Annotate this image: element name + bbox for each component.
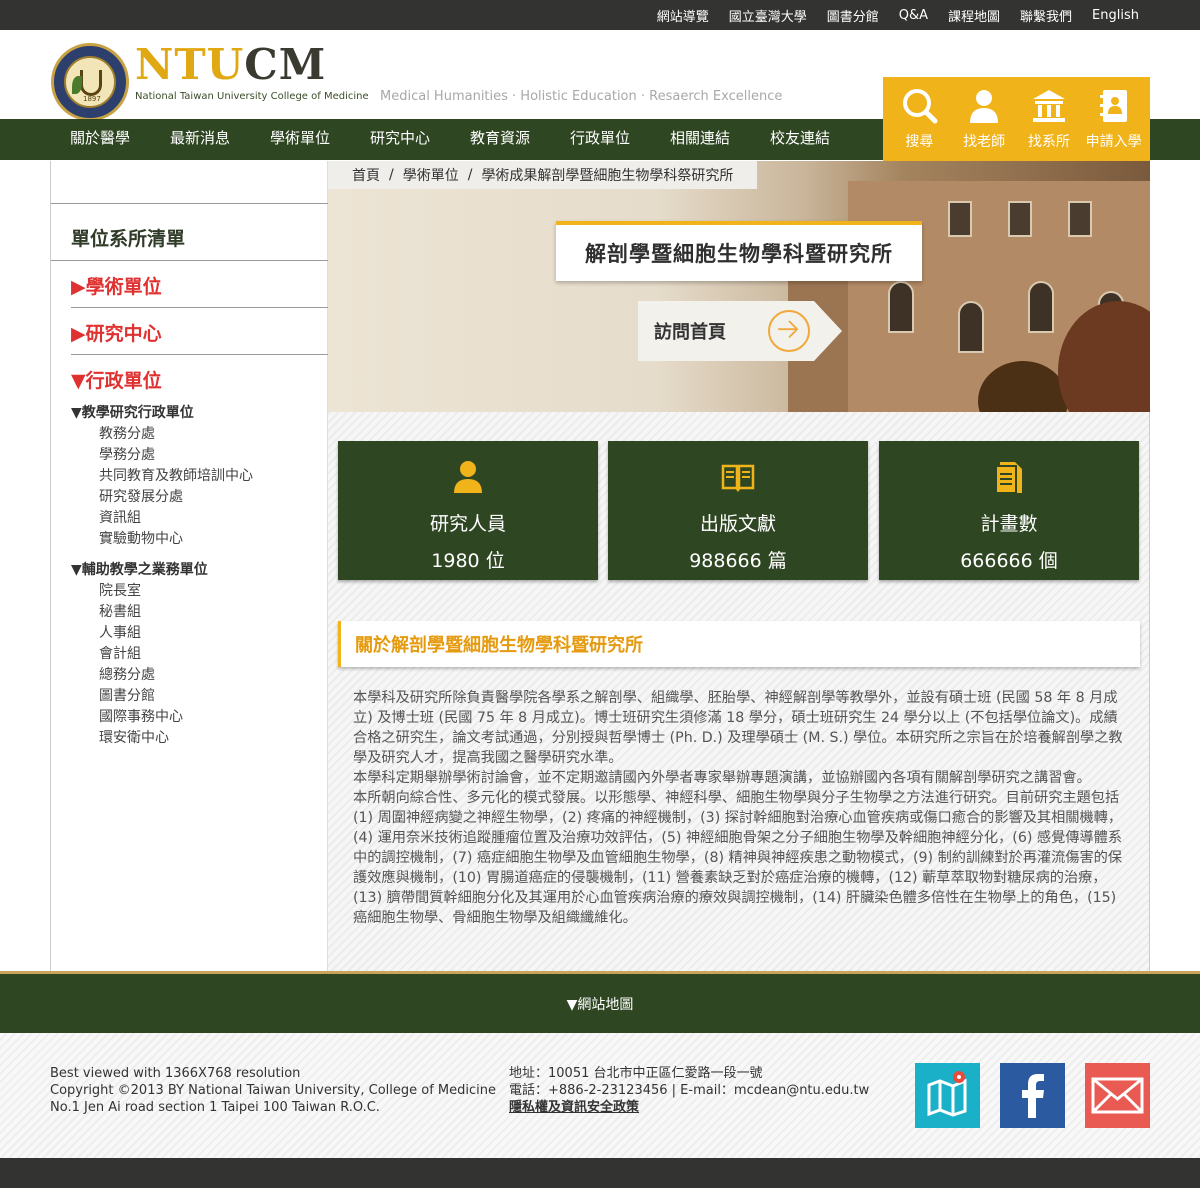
sidebar-item[interactable]: 資訊組	[99, 507, 141, 527]
sidebar-section-research[interactable]: ▶研究中心	[71, 308, 328, 355]
quick-link-find-teacher[interactable]: 找老師	[953, 87, 1015, 161]
sidebar-item[interactable]: 實驗動物中心	[99, 528, 183, 548]
college-seal-logo[interactable]: 1897	[51, 43, 129, 121]
site-tagline: Medical Humanities · Holistic Education …	[380, 89, 783, 104]
sidebar-item[interactable]: 研究發展分處	[99, 486, 183, 506]
quick-link-label: 找系所	[1027, 134, 1070, 150]
sidebar: 單位系所清單 ▶學術單位 ▶研究中心 ▼行政單位 ▼教學研究行政單位 教務分處 …	[50, 161, 328, 971]
sidebar-title: 單位系所清單	[71, 228, 186, 250]
sidebar-item[interactable]: 總務分處	[99, 664, 155, 684]
nav-academic-units[interactable]: 學術單位	[250, 119, 350, 160]
footer-phone-email: 電話：+886-2-23123456 | E-mail：mcdean@ntu.e…	[509, 1083, 870, 1098]
visit-homepage-label: 訪問首頁	[654, 322, 726, 343]
sidebar-item[interactable]: 圖書分館	[99, 685, 155, 705]
unit-title: 解剖學暨細胞生物學科暨研究所	[556, 221, 922, 281]
sidebar-group-heading[interactable]: ▼教學研究行政單位	[71, 402, 194, 422]
document-icon	[995, 462, 1022, 494]
footer-address-en: No.1 Jen Ai road section 1 Taipei 100 Ta…	[50, 1100, 380, 1115]
about-paragraph: 本所朝向綜合性、多元化的模式發展。以形態學、神經科學、細胞生物學與分子生物學之方…	[353, 790, 1123, 926]
footer-info: Best viewed with 1366X768 resolution Cop…	[50, 1065, 496, 1116]
site-logo[interactable]: NTUCM	[135, 40, 326, 90]
quick-link-label: 搜尋	[905, 134, 934, 150]
footer: Best viewed with 1366X768 resolution Cop…	[0, 1033, 1200, 1158]
sidebar-section-academic[interactable]: ▶學術單位	[71, 261, 328, 308]
top-link-qa[interactable]: Q&A	[899, 8, 928, 23]
stat-value: 1980 位	[431, 550, 505, 572]
stat-label: 計畫數	[980, 513, 1038, 535]
institution-icon	[1032, 90, 1065, 122]
sidebar-item[interactable]: 人事組	[99, 622, 141, 642]
sidebar-item[interactable]: 國際事務中心	[99, 706, 183, 726]
sidebar-item[interactable]: 院長室	[99, 580, 141, 600]
nav-admin-units[interactable]: 行政單位	[550, 119, 650, 160]
mail-icon[interactable]	[1085, 1063, 1150, 1128]
top-link-contact[interactable]: 聯繫我們	[1020, 6, 1072, 25]
quick-link-label: 找老師	[963, 134, 1006, 150]
arrow-right-icon	[768, 310, 810, 352]
privacy-policy-link[interactable]: 隱私權及資訊安全政策	[509, 1099, 869, 1116]
sidebar-section-admin[interactable]: ▼行政單位	[71, 366, 162, 393]
nav-research-centers[interactable]: 研究中心	[350, 119, 450, 160]
bottom-bar	[0, 1158, 1200, 1188]
nav-news[interactable]: 最新消息	[150, 119, 250, 160]
stat-label: 出版文獻	[699, 513, 776, 535]
breadcrumb-academic-units[interactable]: 學術單位	[403, 165, 459, 185]
breadcrumb: 首頁 / 學術單位 / 學術成果解剖學暨細胞生物學科祭研究所	[328, 161, 758, 189]
about-heading: 關於解剖學暨細胞生物學科暨研究所	[338, 621, 1140, 667]
book-icon	[721, 464, 755, 492]
top-link-english[interactable]: English	[1092, 8, 1139, 23]
person-icon	[454, 461, 482, 493]
quick-link-label: 申請入學	[1085, 134, 1142, 150]
sidebar-group-heading[interactable]: ▼輔助教學之業務單位	[71, 559, 208, 579]
nav-education[interactable]: 教育資源	[450, 119, 550, 160]
top-utility-bar: 網站導覽 國立臺灣大學 圖書分館 Q&A 課程地圖 聯繫我們 English	[0, 0, 1200, 30]
search-icon	[903, 89, 938, 124]
department-banner: 首頁 / 學術單位 / 學術成果解剖學暨細胞生物學科祭研究所 解剖學暨細胞生物學科暨…	[328, 161, 1150, 412]
top-link-course-map[interactable]: 課程地圖	[948, 6, 1000, 25]
footer-copyright: Copyright ©2013 BY National Taiwan Unive…	[50, 1083, 497, 1098]
quick-link-search[interactable]: 搜尋	[888, 87, 950, 161]
sidebar-item[interactable]: 學務分處	[99, 444, 155, 464]
address-book-icon	[1099, 90, 1127, 122]
quick-link-apply[interactable]: 申請入學	[1083, 87, 1145, 161]
footer-address: 地址：10051 台北市中正區仁愛路一段一號	[509, 1066, 763, 1081]
footer-resolution: Best viewed with 1366X768 resolution	[50, 1066, 301, 1081]
about-paragraph: 本學科定期舉辦學術討論會，並不定期邀請國內外學者專家舉辦專題演講，並協辦國內各項…	[353, 770, 1091, 786]
about-text: 本學科及研究所除負責醫學院各學系之解剖學、組織學、胚胎學、神經解剖學等教學外，並…	[353, 688, 1125, 928]
breadcrumb-current: 學術成果解剖學暨細胞生物學科祭研究所	[481, 168, 734, 184]
stat-projects: 計畫數 666666 個	[879, 441, 1139, 580]
main-content: 首頁 / 學術單位 / 學術成果解剖學暨細胞生物學科祭研究所 解剖學暨細胞生物學科暨…	[328, 161, 1150, 971]
breadcrumb-home[interactable]: 首頁	[352, 165, 380, 185]
facebook-icon[interactable]	[1000, 1063, 1065, 1128]
footer-contact: 地址：10051 台北市中正區仁愛路一段一號 電話：+886-2-2312345…	[509, 1065, 869, 1116]
sidebar-item[interactable]: 秘書組	[99, 601, 141, 621]
nav-alumni[interactable]: 校友連結	[750, 119, 850, 160]
stat-value: 988666 篇	[689, 550, 787, 572]
nav-related-links[interactable]: 相關連結	[650, 119, 750, 160]
top-link-library[interactable]: 圖書分館	[827, 6, 879, 25]
stat-publications: 出版文獻 988666 篇	[608, 441, 868, 580]
top-link-ntu[interactable]: 國立臺灣大學	[729, 6, 807, 25]
nav-about[interactable]: 關於醫學院	[50, 119, 150, 185]
top-link-sitemap[interactable]: 網站導覽	[657, 6, 709, 25]
stat-label: 研究人員	[429, 513, 506, 535]
sidebar-item[interactable]: 教務分處	[99, 423, 155, 443]
top-links: 網站導覽 國立臺灣大學 圖書分館 Q&A 課程地圖 聯繫我們 English	[637, 0, 1139, 30]
footer-sitemap-bar: ▼網站地圖	[0, 971, 1200, 1033]
stat-researchers: 研究人員 1980 位	[338, 441, 598, 580]
quick-link-find-department[interactable]: 找系所	[1018, 87, 1080, 161]
about-paragraph: 本學科及研究所除負責醫學院各學系之解剖學、組織學、胚胎學、神經解剖學等教學外，並…	[353, 690, 1123, 766]
map-icon[interactable]	[915, 1063, 980, 1128]
sidebar-item[interactable]: 環安衛中心	[99, 727, 169, 747]
person-icon	[970, 90, 999, 123]
sitemap-toggle[interactable]: ▼網站地圖	[0, 994, 1200, 1014]
sidebar-item[interactable]: 會計組	[99, 643, 141, 663]
logo-subtitle: National Taiwan University College of Me…	[135, 91, 369, 102]
stat-value: 666666 個	[960, 550, 1058, 572]
visit-homepage-button[interactable]: 訪問首頁	[638, 301, 842, 361]
quick-links-panel: 搜尋 找老師 找系所 申請入學	[883, 77, 1150, 161]
sidebar-item[interactable]: 共同教育及教師培訓中心	[99, 465, 253, 485]
